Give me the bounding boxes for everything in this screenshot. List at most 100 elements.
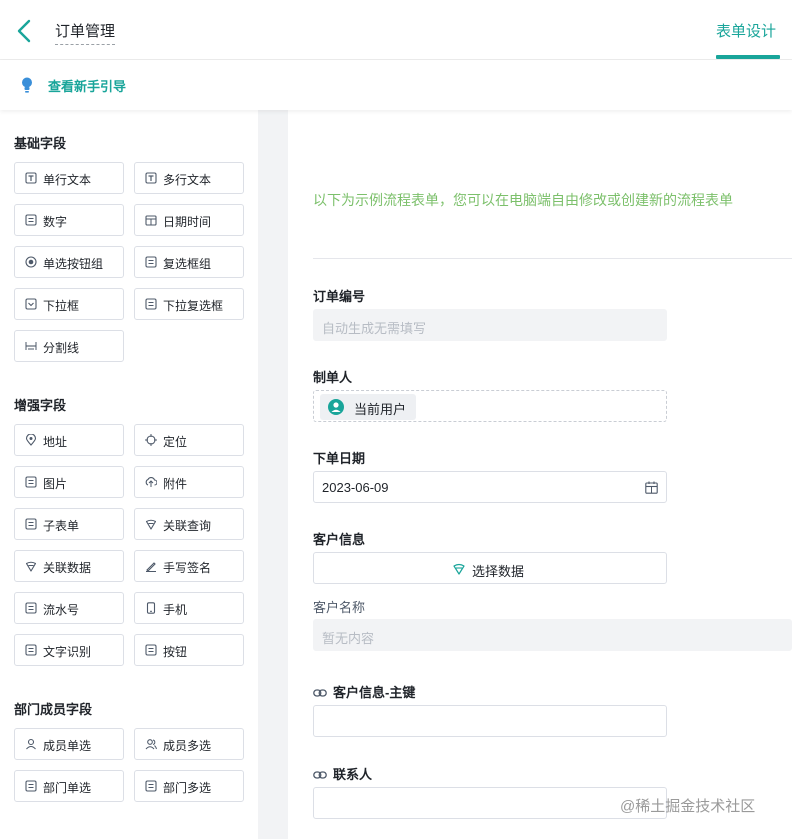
palette-field-label: 成员多选 xyxy=(163,739,212,753)
palette-field-button[interactable]: 关联数据 xyxy=(14,550,124,582)
palette-field-label: 数字 xyxy=(43,215,68,229)
order-date-input[interactable]: 2023-06-09 xyxy=(313,471,667,503)
field-label-creator: 制单人 xyxy=(313,370,353,385)
palette-field-label: 单行文本 xyxy=(43,173,92,187)
palette-field-button[interactable]: 手写签名 xyxy=(134,550,244,582)
palette-field-label: 文字识别 xyxy=(43,645,92,659)
palette-field-button[interactable]: 多行文本 xyxy=(134,162,244,194)
link-query-icon xyxy=(145,519,157,530)
palette-field-button[interactable]: 子表单 xyxy=(14,508,124,540)
group-title-dept-member: 部门成员字段 xyxy=(14,702,93,717)
number-icon xyxy=(25,214,37,226)
palette-field-button[interactable]: 数字 xyxy=(14,204,124,236)
field-label-customer-key: 客户信息-主键 xyxy=(313,682,415,701)
palette-field-label: 关联数据 xyxy=(43,561,92,575)
palette-field-button[interactable]: 地址 xyxy=(14,424,124,456)
palette-field-label: 下拉复选框 xyxy=(163,299,224,313)
palette-field-label: 手写签名 xyxy=(163,561,212,575)
watermark-text: @稀土掘金技术社区 xyxy=(620,798,756,815)
palette-field-label: 流水号 xyxy=(43,603,80,617)
radio-icon xyxy=(25,256,37,268)
customer-name-placeholder: 暂无内容 xyxy=(322,631,375,646)
form-designer-page: 订单管理 表单设计 查看新手引导 基础字段 增强字段 部门成员字段 单行文本 多行… xyxy=(0,0,792,839)
creator-field[interactable]: 当前用户 xyxy=(313,390,667,422)
field-label-contact: 联系人 xyxy=(313,764,372,783)
form-intro-text: 以下为示例流程表单，您可以在电脑端自由修改或创建新的流程表单 xyxy=(313,192,733,208)
palette-field-label: 地址 xyxy=(43,435,68,449)
app-title[interactable]: 订单管理 xyxy=(55,20,116,45)
group-title-enhanced: 增强字段 xyxy=(14,398,67,413)
contact-label: 联系人 xyxy=(333,767,373,782)
palette-field-button[interactable]: 流水号 xyxy=(14,592,124,624)
user-avatar-icon xyxy=(328,399,344,415)
palette-field-button[interactable]: 关联查询 xyxy=(134,508,244,540)
palette-field-button[interactable]: 手机 xyxy=(134,592,244,624)
back-arrow-icon[interactable] xyxy=(14,18,36,44)
palette-field-button[interactable]: 成员单选 xyxy=(14,728,124,760)
field-label-order-date: 下单日期 xyxy=(313,451,366,466)
group-title-basic: 基础字段 xyxy=(14,136,67,151)
tab-form-design[interactable]: 表单设计 xyxy=(716,20,776,41)
customer-name-input: 暂无内容 xyxy=(313,619,792,651)
palette-field-button[interactable]: 定位 xyxy=(134,424,244,456)
palette-field-label: 成员单选 xyxy=(43,739,92,753)
intro-divider xyxy=(313,258,792,259)
order-date-value: 2023-06-09 xyxy=(322,480,389,495)
text-T-icon xyxy=(25,172,37,184)
palette-field-label: 单选按钮组 xyxy=(43,257,104,271)
pen-icon xyxy=(146,562,156,572)
cloud-upload-icon xyxy=(145,476,157,487)
order-no-input: 自动生成无需填写 xyxy=(313,309,667,341)
palette-field-button[interactable]: 单行文本 xyxy=(14,162,124,194)
palette-field-label: 关联查询 xyxy=(163,519,212,533)
palette-field-label: 附件 xyxy=(163,477,188,491)
palette-field-button[interactable]: 复选框组 xyxy=(134,246,244,278)
view-guide-link[interactable]: 查看新手引导 xyxy=(48,76,126,95)
calendar-icon[interactable] xyxy=(645,481,658,494)
palette-field-label: 日期时间 xyxy=(163,215,212,229)
canvas-gutter xyxy=(258,110,288,839)
mobile-icon xyxy=(146,602,156,614)
select-data-label: 选择数据 xyxy=(472,564,525,579)
button-icon xyxy=(145,644,157,656)
checkbox-icon xyxy=(145,256,157,268)
palette-field-button[interactable]: 部门多选 xyxy=(134,770,244,802)
palette-field-label: 多行文本 xyxy=(163,173,212,187)
dropdown-icon xyxy=(25,298,37,310)
palette-field-button[interactable]: 下拉框 xyxy=(14,288,124,320)
department-icon xyxy=(25,780,37,792)
palette-field-button[interactable]: 成员多选 xyxy=(134,728,244,760)
select-data-button[interactable]: 选择数据 xyxy=(313,552,667,584)
palette-field-button[interactable]: 文字识别 xyxy=(14,634,124,666)
palette-field-button[interactable]: 附件 xyxy=(134,466,244,498)
palette-field-label: 部门多选 xyxy=(163,781,212,795)
subform-icon xyxy=(25,518,37,530)
link-icon xyxy=(313,771,327,779)
current-user-chip[interactable]: 当前用户 xyxy=(320,394,417,420)
palette-field-button[interactable]: 日期时间 xyxy=(134,204,244,236)
palette-field-button[interactable]: 图片 xyxy=(14,466,124,498)
customer-key-input[interactable] xyxy=(313,705,667,737)
link-data-icon xyxy=(453,563,465,575)
field-label-customer-info: 客户信息 xyxy=(313,532,366,547)
divider-icon xyxy=(25,342,37,350)
user-icon xyxy=(26,738,36,750)
palette-field-label: 分割线 xyxy=(43,341,80,355)
active-tab-indicator xyxy=(716,55,780,59)
contact-input[interactable] xyxy=(313,787,667,819)
palette-field-label: 部门单选 xyxy=(43,781,92,795)
palette-field-label: 复选框组 xyxy=(163,257,212,271)
palette-field-button[interactable]: 分割线 xyxy=(14,330,124,362)
location-pin-icon xyxy=(25,434,37,446)
guide-bar: 查看新手引导 xyxy=(0,60,792,110)
customer-key-label: 客户信息-主键 xyxy=(333,685,416,700)
multi-dropdown-icon xyxy=(145,298,157,310)
palette-field-button[interactable]: 部门单选 xyxy=(14,770,124,802)
palette-field-label: 按钮 xyxy=(163,645,188,659)
palette-field-button[interactable]: 按钮 xyxy=(134,634,244,666)
palette-field-button[interactable]: 下拉复选框 xyxy=(134,288,244,320)
lightbulb-icon xyxy=(22,77,32,93)
palette-field-button[interactable]: 单选按钮组 xyxy=(14,246,124,278)
link-data-icon xyxy=(25,561,37,572)
palette-field-label: 手机 xyxy=(163,603,188,617)
